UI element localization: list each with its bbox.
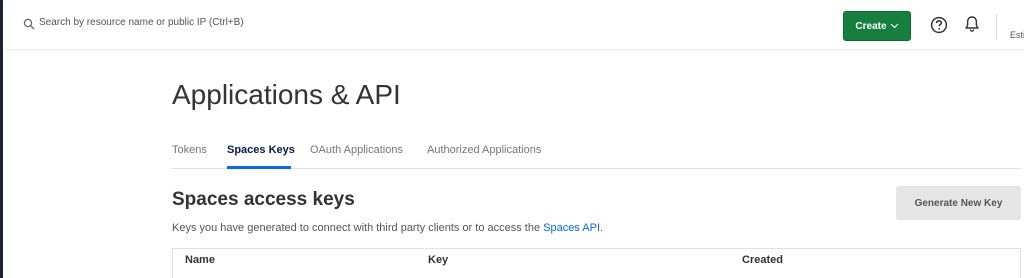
tab-oauth-applications[interactable]: OAuth Applications [310,144,403,156]
estimate-link[interactable]: Esti [1010,30,1024,40]
chevron-down-icon [890,23,898,29]
topbar-divider [996,14,997,40]
create-button-label: Create [855,20,887,32]
page-title: Applications & API [172,79,401,110]
section-description: Keys you have generated to connect with … [172,222,603,234]
column-header-key[interactable]: Key [428,254,448,266]
tab-authorized-applications[interactable]: Authorized Applications [427,144,541,156]
spaces-api-link[interactable]: Spaces API [543,222,600,234]
top-bar: Search by resource name or public IP (Ct… [6,0,1024,50]
generate-new-key-button[interactable]: Generate New Key [896,186,1021,220]
tab-spaces-keys[interactable]: Spaces Keys [227,144,295,156]
help-circle-icon[interactable] [930,16,948,34]
app-window: Search by resource name or public IP (Ct… [0,0,1024,278]
column-header-name[interactable]: Name [185,254,215,266]
search-input[interactable]: Search by resource name or public IP (Ct… [39,17,244,28]
description-suffix: . [600,222,604,234]
active-tab-indicator [227,166,291,169]
tab-bar: Tokens Spaces Keys OAuth Applications Au… [172,134,1021,169]
keys-table-header: Name Key Created [172,248,1021,278]
create-button[interactable]: Create [843,11,911,41]
tab-tokens[interactable]: Tokens [172,144,207,156]
section-title: Spaces access keys [172,189,355,210]
description-text: Keys you have generated to connect with … [172,222,544,234]
column-header-created[interactable]: Created [742,254,783,266]
search-icon [23,18,35,30]
bell-icon[interactable] [964,15,980,33]
